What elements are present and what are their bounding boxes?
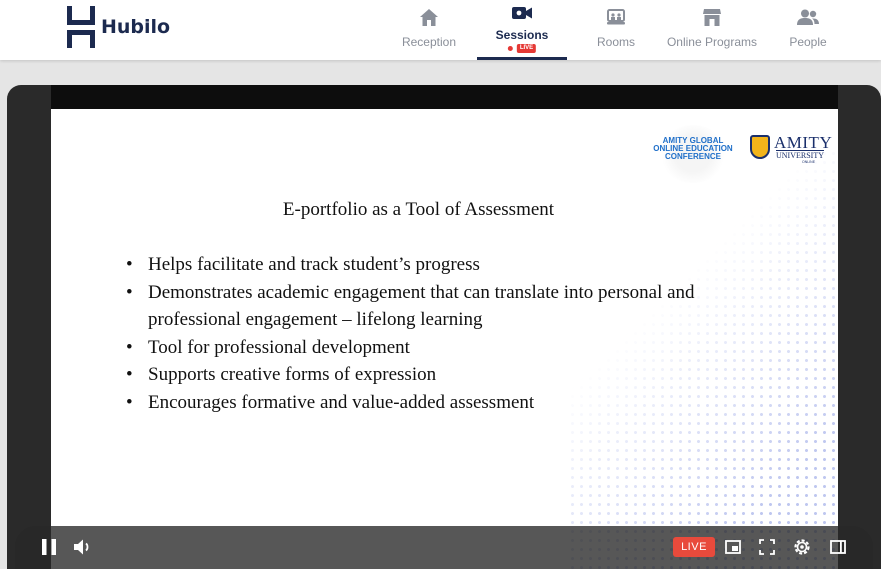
conference-logo-text: AMITY GLOBAL ONLINE EDUCATION CONFERENCE <box>653 136 733 161</box>
live-button[interactable]: LIVE <box>673 537 715 557</box>
bullet-item: Tool for professional development <box>126 334 766 362</box>
amity-shield-icon <box>750 135 770 159</box>
university-subtitle: UNIVERSITY <box>776 150 824 160</box>
volume-icon[interactable] <box>73 536 95 558</box>
conference-logo: AMITY GLOBAL ONLINE EDUCATION CONFERENCE <box>649 125 737 183</box>
nav-label-rooms: Rooms <box>596 35 635 49</box>
miniplayer-icon[interactable] <box>723 536 743 558</box>
nav-item-sessions[interactable]: Sessions LIVE <box>477 0 567 60</box>
presentation-slide: AMITY GLOBAL ONLINE EDUCATION CONFERENCE… <box>51 109 838 569</box>
home-icon <box>420 9 438 29</box>
live-dot-icon <box>507 46 513 51</box>
live-badge: LIVE <box>516 44 537 53</box>
active-tab-indicator <box>477 57 567 60</box>
top-navigation-bar: Hubilo Reception Sessions LIVE Rooms Onl… <box>0 0 881 60</box>
player-control-bar: LIVE <box>15 526 873 569</box>
people-icon <box>797 9 819 28</box>
video-letterbox <box>51 85 838 109</box>
storefront-icon <box>703 9 721 29</box>
nav-label-people: People <box>789 35 827 49</box>
hubilo-logo[interactable]: Hubilo <box>67 6 170 48</box>
university-tag: ONLINE <box>802 160 816 164</box>
rooms-icon <box>607 9 625 28</box>
slide-bullet-list: Helps facilitate and track student’s pro… <box>126 251 766 416</box>
fullscreen-icon[interactable] <box>757 536 777 558</box>
video-camera-icon <box>512 6 532 23</box>
nav-label-reception: Reception <box>401 35 457 49</box>
video-player[interactable]: AMITY GLOBAL ONLINE EDUCATION CONFERENCE… <box>7 85 881 569</box>
bullet-item: Supports creative forms of expression <box>126 361 766 389</box>
brand-name: Hubilo <box>101 16 171 38</box>
live-indicator: LIVE <box>507 44 537 53</box>
bullet-item: Demonstrates academic engagement that ca… <box>126 279 766 334</box>
nav-item-rooms[interactable]: Rooms <box>590 0 642 60</box>
settings-icon[interactable] <box>791 536 813 558</box>
slide-title: E-portfolio as a Tool of Assessment <box>282 199 555 220</box>
nav-label-online-programs: Online Programs <box>666 35 758 49</box>
hubilo-logo-mark-icon <box>67 6 95 48</box>
bullet-item: Helps facilitate and track student’s pro… <box>126 251 766 279</box>
nav-item-online-programs[interactable]: Online Programs <box>662 0 762 60</box>
nav-item-reception[interactable]: Reception <box>396 0 462 60</box>
pause-icon[interactable] <box>40 536 58 558</box>
bullet-item: Encourages formative and value-added ass… <box>126 389 766 417</box>
theater-mode-icon[interactable] <box>828 536 848 558</box>
amity-university-logo: AMITY UNIVERSITY ONLINE <box>750 133 836 164</box>
nav-label-sessions: Sessions <box>495 28 549 42</box>
nav-item-people[interactable]: People <box>783 0 833 60</box>
